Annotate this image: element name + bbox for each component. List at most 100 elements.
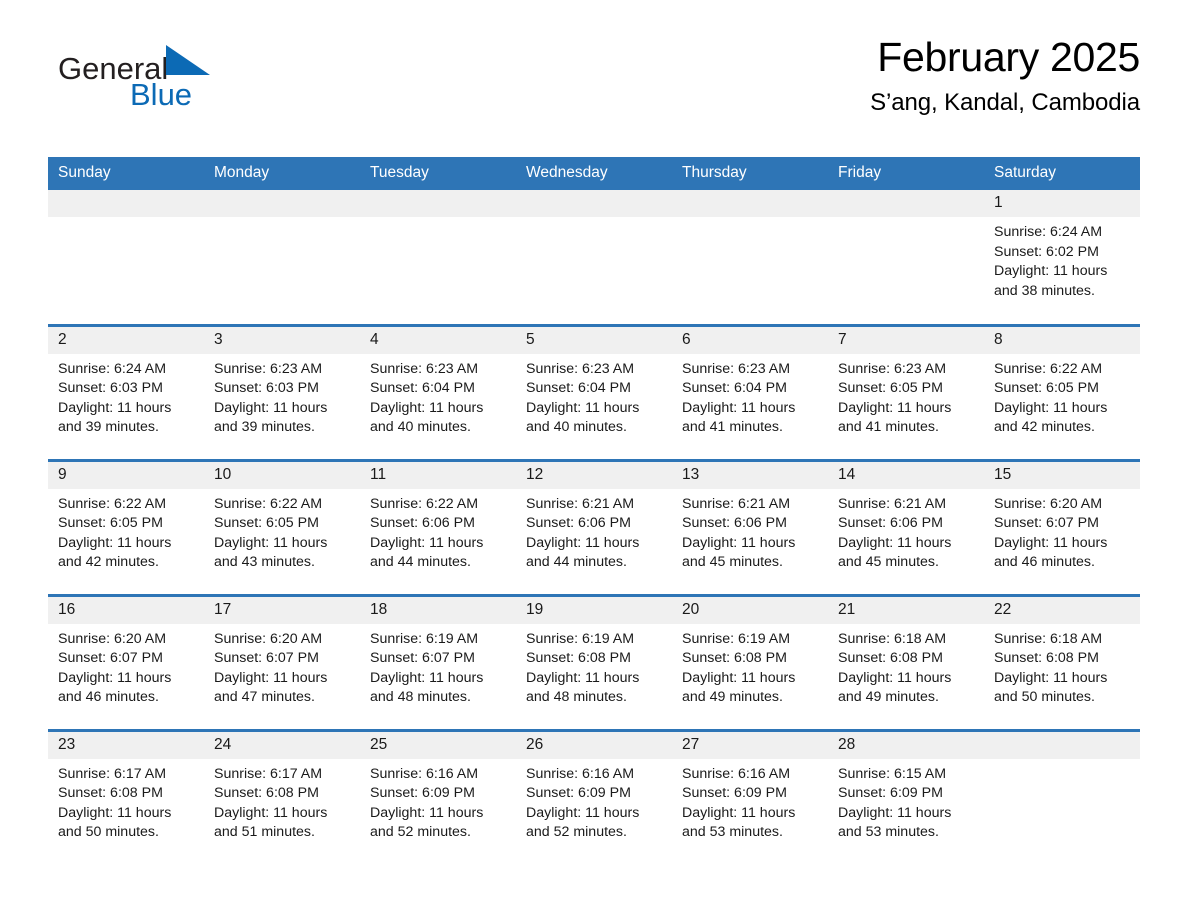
- sunrise-text: Sunrise: 6:23 AM: [214, 360, 323, 377]
- calendar-week-row: 9 Sunrise: 6:22 AM Sunset: 6:05 PM Daylight…: [48, 458, 1140, 595]
- calendar-day-cell[interactable]: 18 Sunrise: 6:19 AM Sunset: 6:07 PM Dayligh…: [360, 593, 516, 730]
- sunrise-text: Sunrise: 6:18 AM: [994, 630, 1103, 647]
- daylight-text: Daylight: 11 hours and 52 minutes.: [526, 804, 640, 841]
- calendar-day-cell[interactable]: 23 Sunrise: 6:17 AM Sunset: 6:08 PM Dayligh…: [48, 728, 204, 865]
- sunrise-text: Sunrise: 6:24 AM: [58, 360, 167, 377]
- day-details: Sunrise: 6:16 AM Sunset: 6:09 PM Daylight:…: [360, 759, 516, 843]
- sunrise-text: Sunrise: 6:19 AM: [526, 630, 635, 647]
- calendar-day-cell[interactable]: 3 Sunrise: 6:23 AM Sunset: 6:03 PM Daylight…: [204, 323, 360, 460]
- daylight-text: Daylight: 11 hours and 51 minutes.: [214, 804, 328, 841]
- weekday-header-friday: Friday: [828, 157, 984, 190]
- calendar-day-cell[interactable]: 10 Sunrise: 6:22 AM Sunset: 6:05 PM Dayligh…: [204, 458, 360, 595]
- day-number: 24: [204, 731, 360, 759]
- calendar-day-cell-empty: [360, 190, 516, 325]
- sunset-text: Sunset: 6:07 PM: [994, 515, 1099, 532]
- calendar-page: General Blue February 2025 S’ang, Kandal…: [0, 0, 1188, 918]
- sunrise-text: Sunrise: 6:22 AM: [58, 495, 167, 512]
- sunset-text: Sunset: 6:08 PM: [526, 650, 631, 667]
- sunrise-text: Sunrise: 6:23 AM: [370, 360, 479, 377]
- day-details: Sunrise: 6:19 AM Sunset: 6:08 PM Daylight:…: [672, 624, 828, 708]
- day-number: [672, 190, 828, 217]
- general-blue-logo[interactable]: General Blue: [58, 45, 258, 125]
- calendar-day-cell[interactable]: 17 Sunrise: 6:20 AM Sunset: 6:07 PM Dayligh…: [204, 593, 360, 730]
- calendar-day-cell[interactable]: 12 Sunrise: 6:21 AM Sunset: 6:06 PM Dayligh…: [516, 458, 672, 595]
- day-number: 28: [828, 731, 984, 759]
- day-number: [48, 190, 204, 217]
- sunrise-text: Sunrise: 6:15 AM: [838, 765, 947, 782]
- sunset-text: Sunset: 6:09 PM: [370, 785, 475, 802]
- day-number: 9: [48, 461, 204, 489]
- calendar-day-cell[interactable]: 14 Sunrise: 6:21 AM Sunset: 6:06 PM Dayligh…: [828, 458, 984, 595]
- day-number: 2: [48, 326, 204, 354]
- weekday-header-sunday: Sunday: [48, 157, 204, 190]
- calendar-day-cell[interactable]: 15 Sunrise: 6:20 AM Sunset: 6:07 PM Dayligh…: [984, 458, 1140, 595]
- daylight-text: Daylight: 11 hours and 44 minutes.: [526, 534, 640, 571]
- daylight-text: Daylight: 11 hours and 49 minutes.: [682, 669, 796, 706]
- day-number: 25: [360, 731, 516, 759]
- weekday-header-row: Sunday Monday Tuesday Wednesday Thursday Frid…: [48, 157, 1140, 190]
- day-details: Sunrise: 6:17 AM Sunset: 6:08 PM Daylight:…: [48, 759, 204, 843]
- daylight-text: Daylight: 11 hours and 42 minutes.: [994, 399, 1108, 436]
- sunrise-text: Sunrise: 6:23 AM: [526, 360, 635, 377]
- day-number: 19: [516, 596, 672, 624]
- day-number: 14: [828, 461, 984, 489]
- sunrise-text: Sunrise: 6:19 AM: [370, 630, 479, 647]
- sunrise-text: Sunrise: 6:20 AM: [58, 630, 167, 647]
- calendar-table: Sunday Monday Tuesday Wednesday Thursday Frid…: [48, 157, 1140, 865]
- sunset-text: Sunset: 6:08 PM: [58, 785, 163, 802]
- calendar-day-cell[interactable]: 1 Sunrise: 6:24 AM Sunset: 6:02 PM Daylight…: [984, 190, 1140, 325]
- calendar-day-cell[interactable]: 4 Sunrise: 6:23 AM Sunset: 6:04 PM Daylight…: [360, 323, 516, 460]
- calendar-day-cell[interactable]: 16 Sunrise: 6:20 AM Sunset: 6:07 PM Dayligh…: [48, 593, 204, 730]
- sunrise-text: Sunrise: 6:24 AM: [994, 224, 1103, 240]
- calendar-day-cell[interactable]: 7 Sunrise: 6:23 AM Sunset: 6:05 PM Daylight…: [828, 323, 984, 460]
- calendar-day-cell[interactable]: 2 Sunrise: 6:24 AM Sunset: 6:03 PM Daylight…: [48, 323, 204, 460]
- day-number: 12: [516, 461, 672, 489]
- day-number: 6: [672, 326, 828, 354]
- daylight-text: Daylight: 11 hours and 42 minutes.: [58, 534, 172, 571]
- calendar-day-cell[interactable]: 21 Sunrise: 6:18 AM Sunset: 6:08 PM Dayligh…: [828, 593, 984, 730]
- calendar-day-cell[interactable]: 25 Sunrise: 6:16 AM Sunset: 6:09 PM Dayligh…: [360, 728, 516, 865]
- day-number: 27: [672, 731, 828, 759]
- day-details: Sunrise: 6:20 AM Sunset: 6:07 PM Daylight:…: [984, 489, 1140, 573]
- day-details: Sunrise: 6:22 AM Sunset: 6:05 PM Daylight:…: [984, 354, 1140, 438]
- day-number: 13: [672, 461, 828, 489]
- day-number: 22: [984, 596, 1140, 624]
- day-number: 11: [360, 461, 516, 489]
- sunrise-text: Sunrise: 6:20 AM: [994, 495, 1103, 512]
- day-details: Sunrise: 6:23 AM Sunset: 6:04 PM Daylight:…: [360, 354, 516, 438]
- calendar-day-cell-empty: [48, 190, 204, 325]
- calendar-day-cell-empty: [672, 190, 828, 325]
- calendar-day-cell[interactable]: 22 Sunrise: 6:18 AM Sunset: 6:08 PM Dayligh…: [984, 593, 1140, 730]
- calendar-week-row: 1 Sunrise: 6:24 AM Sunset: 6:02 PM Daylight…: [48, 190, 1140, 325]
- logo-triangle-icon: [166, 45, 211, 80]
- daylight-text: Daylight: 11 hours and 43 minutes.: [214, 534, 328, 571]
- calendar-day-cell[interactable]: 11 Sunrise: 6:22 AM Sunset: 6:06 PM Dayligh…: [360, 458, 516, 595]
- weekday-header-monday: Monday: [204, 157, 360, 190]
- calendar-week-row: 23 Sunrise: 6:17 AM Sunset: 6:08 PM Dayligh…: [48, 728, 1140, 865]
- sunset-text: Sunset: 6:06 PM: [682, 515, 787, 532]
- day-number: 23: [48, 731, 204, 759]
- sunset-text: Sunset: 6:05 PM: [214, 515, 319, 532]
- sunset-text: Sunset: 6:05 PM: [994, 380, 1099, 397]
- calendar-day-cell[interactable]: 5 Sunrise: 6:23 AM Sunset: 6:04 PM Daylight…: [516, 323, 672, 460]
- calendar-day-cell[interactable]: 8 Sunrise: 6:22 AM Sunset: 6:05 PM Daylight…: [984, 323, 1140, 460]
- day-details: Sunrise: 6:22 AM Sunset: 6:06 PM Daylight:…: [360, 489, 516, 573]
- calendar-day-cell[interactable]: 6 Sunrise: 6:23 AM Sunset: 6:04 PM Daylight…: [672, 323, 828, 460]
- calendar-day-cell-empty: [984, 728, 1140, 865]
- calendar-day-cell[interactable]: 24 Sunrise: 6:17 AM Sunset: 6:08 PM Dayligh…: [204, 728, 360, 865]
- page-subtitle: S’ang, Kandal, Cambodia: [870, 89, 1140, 117]
- calendar-day-cell[interactable]: 26 Sunrise: 6:16 AM Sunset: 6:09 PM Dayligh…: [516, 728, 672, 865]
- calendar-day-cell[interactable]: 27 Sunrise: 6:16 AM Sunset: 6:09 PM Dayligh…: [672, 728, 828, 865]
- day-details: Sunrise: 6:19 AM Sunset: 6:07 PM Daylight:…: [360, 624, 516, 708]
- sunset-text: Sunset: 6:03 PM: [58, 380, 163, 397]
- calendar-day-cell[interactable]: 19 Sunrise: 6:19 AM Sunset: 6:08 PM Dayligh…: [516, 593, 672, 730]
- calendar-day-cell[interactable]: 28 Sunrise: 6:15 AM Sunset: 6:09 PM Dayligh…: [828, 728, 984, 865]
- sunrise-text: Sunrise: 6:21 AM: [838, 495, 947, 512]
- calendar-day-cell[interactable]: 9 Sunrise: 6:22 AM Sunset: 6:05 PM Daylight…: [48, 458, 204, 595]
- sunrise-text: Sunrise: 6:17 AM: [214, 765, 323, 782]
- daylight-text: Daylight: 11 hours and 39 minutes.: [58, 399, 172, 436]
- calendar-day-cell[interactable]: 20 Sunrise: 6:19 AM Sunset: 6:08 PM Dayligh…: [672, 593, 828, 730]
- calendar-day-cell[interactable]: 13 Sunrise: 6:21 AM Sunset: 6:06 PM Dayligh…: [672, 458, 828, 595]
- day-details: Sunrise: 6:17 AM Sunset: 6:08 PM Daylight:…: [204, 759, 360, 843]
- daylight-text: Daylight: 11 hours and 40 minutes.: [526, 399, 640, 436]
